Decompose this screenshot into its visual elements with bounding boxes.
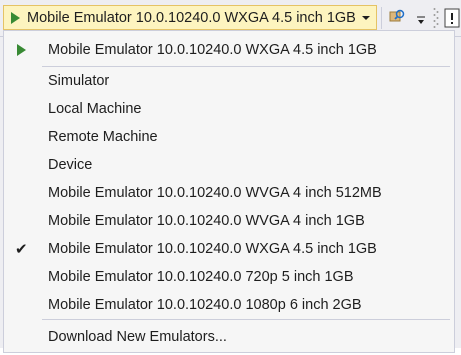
menu-item[interactable]: Remote Machine [4,123,454,151]
start-debugging-button[interactable]: Mobile Emulator 10.0.10240.0 WXGA 4.5 in… [3,5,377,30]
menu-item-label[interactable]: Mobile Emulator 10.0.10240.0 WVGA 4 inch… [48,185,382,201]
debug-target-dropdown: Mobile Emulator 10.0.10240.0 WXGA 4.5 in… [3,30,455,353]
menu-item[interactable]: Device [4,151,454,179]
menu-item[interactable]: ✔ Mobile Emulator 10.0.10240.0 WXGA 4.5 i… [4,235,454,263]
menu-item-label[interactable]: Mobile Emulator 10.0.10240.0 1080p 6 inc… [48,297,362,313]
menu-item[interactable]: Mobile Emulator 10.0.10240.0 WVGA 4 inch… [4,179,454,207]
toolbar-divider [381,7,382,29]
toolbar-overflow-icon[interactable] [415,12,427,28]
chevron-down-icon[interactable] [362,15,370,20]
play-icon[interactable] [11,11,20,24]
menu-item-label[interactable]: Local Machine [48,101,142,117]
menu-item-label[interactable]: Device [48,157,92,173]
menu-item[interactable]: Simulator [4,67,454,95]
debug-target-label[interactable]: Mobile Emulator 10.0.10240.0 WXGA 4.5 in… [27,10,362,26]
checkmark-icon: ✔ [15,240,28,258]
menu-item[interactable]: Mobile Emulator 10.0.10240.0 720p 5 inch… [4,263,454,291]
exception-settings-icon[interactable] [443,7,461,29]
menu-item-label[interactable]: Simulator [48,73,109,89]
menu-separator [42,319,450,320]
toolbar-grip-icon[interactable] [433,6,439,30]
menu-item-label[interactable]: Mobile Emulator 10.0.10240.0 720p 5 inch… [48,269,354,285]
menu-item-default[interactable]: Mobile Emulator 10.0.10240.0 WXGA 4.5 in… [4,36,454,64]
menu-item-label[interactable]: Mobile Emulator 10.0.10240.0 WXGA 4.5 in… [48,241,377,257]
menu-item[interactable]: Local Machine [4,95,454,123]
play-icon [17,44,26,56]
menu-item[interactable]: Mobile Emulator 10.0.10240.0 WVGA 4 inch… [4,207,454,235]
menu-item-label[interactable]: Mobile Emulator 10.0.10240.0 WVGA 4 inch… [48,213,365,229]
menu-item-label[interactable]: Remote Machine [48,129,158,145]
download-emulators-item[interactable]: Download New Emulators... [4,323,454,351]
menu-item[interactable]: Mobile Emulator 10.0.10240.0 1080p 6 inc… [4,291,454,319]
find-in-files-icon[interactable] [388,8,406,26]
